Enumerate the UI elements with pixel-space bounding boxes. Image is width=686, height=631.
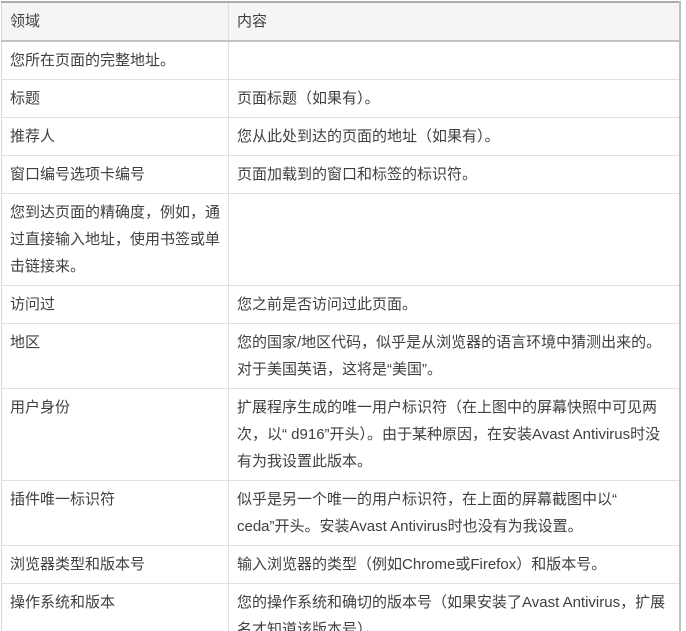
field-cell: 您到达页面的精确度，例如，通过直接输入地址，使用书签或单击链接来。 [1,193,229,286]
table-row: 标题 页面标题（如果有）。 [1,79,680,118]
content-cell: 似乎是另一个唯一的用户标识符，在上面的屏幕截图中以“ ceda”开头。安装Ava… [228,480,680,546]
column-header-field: 领域 [1,2,229,42]
content-cell: 您之前是否访问过此页面。 [228,285,680,324]
field-cell: 推荐人 [1,117,229,156]
field-cell: 您所在页面的完整地址。 [1,41,229,80]
field-cell: 地区 [1,323,229,389]
content-cell [228,193,680,286]
table-row: 用户身份 扩展程序生成的唯一用户标识符（在上图中的屏幕快照中可见两次，以“ d9… [1,388,680,481]
table-row: 窗口编号选项卡编号 页面加载到的窗口和标签的标识符。 [1,155,680,194]
table-row: 您到达页面的精确度，例如，通过直接输入地址，使用书签或单击链接来。 [1,193,680,286]
table-row: 推荐人 您从此处到达的页面的地址（如果有）。 [1,117,680,156]
table-header: 领域 内容 [1,2,680,42]
field-cell: 窗口编号选项卡编号 [1,155,229,194]
content-cell: 您从此处到达的页面的地址（如果有）。 [228,117,680,156]
table-row: 您所在页面的完整地址。 [1,41,680,80]
content-cell: 页面加载到的窗口和标签的标识符。 [228,155,680,194]
table-row: 插件唯一标识符 似乎是另一个唯一的用户标识符，在上面的屏幕截图中以“ ceda”… [1,480,680,546]
header-row: 领域 内容 [1,2,680,42]
table-row: 浏览器类型和版本号 输入浏览器的类型（例如Chrome或Firefox）和版本号… [1,545,680,584]
page: 领域 内容 您所在页面的完整地址。 标题 页面标题（如果有）。 推荐人 您从此处… [0,0,686,631]
column-header-content: 内容 [228,2,680,42]
content-cell: 页面标题（如果有）。 [228,79,680,118]
field-cell: 用户身份 [1,388,229,481]
table-row: 地区 您的国家/地区代码，似乎是从浏览器的语言环境中猜测出来的。对于美国英语，这… [1,323,680,389]
data-table: 领域 内容 您所在页面的完整地址。 标题 页面标题（如果有）。 推荐人 您从此处… [1,1,681,631]
content-cell: 您的国家/地区代码，似乎是从浏览器的语言环境中猜测出来的。对于美国英语，这将是“… [228,323,680,389]
field-cell: 浏览器类型和版本号 [1,545,229,584]
table-row: 操作系统和版本 您的操作系统和确切的版本号（如果安装了Avast Antivir… [1,583,680,631]
table-row: 访问过 您之前是否访问过此页面。 [1,285,680,324]
field-cell: 操作系统和版本 [1,583,229,631]
content-cell: 输入浏览器的类型（例如Chrome或Firefox）和版本号。 [228,545,680,584]
content-cell: 扩展程序生成的唯一用户标识符（在上图中的屏幕快照中可见两次，以“ d916”开头… [228,388,680,481]
field-cell: 插件唯一标识符 [1,480,229,546]
content-cell: 您的操作系统和确切的版本号（如果安装了Avast Antivirus，扩展名才知… [228,583,680,631]
field-cell: 访问过 [1,285,229,324]
content-cell [228,41,680,80]
table-body: 您所在页面的完整地址。 标题 页面标题（如果有）。 推荐人 您从此处到达的页面的… [1,41,680,631]
field-cell: 标题 [1,79,229,118]
